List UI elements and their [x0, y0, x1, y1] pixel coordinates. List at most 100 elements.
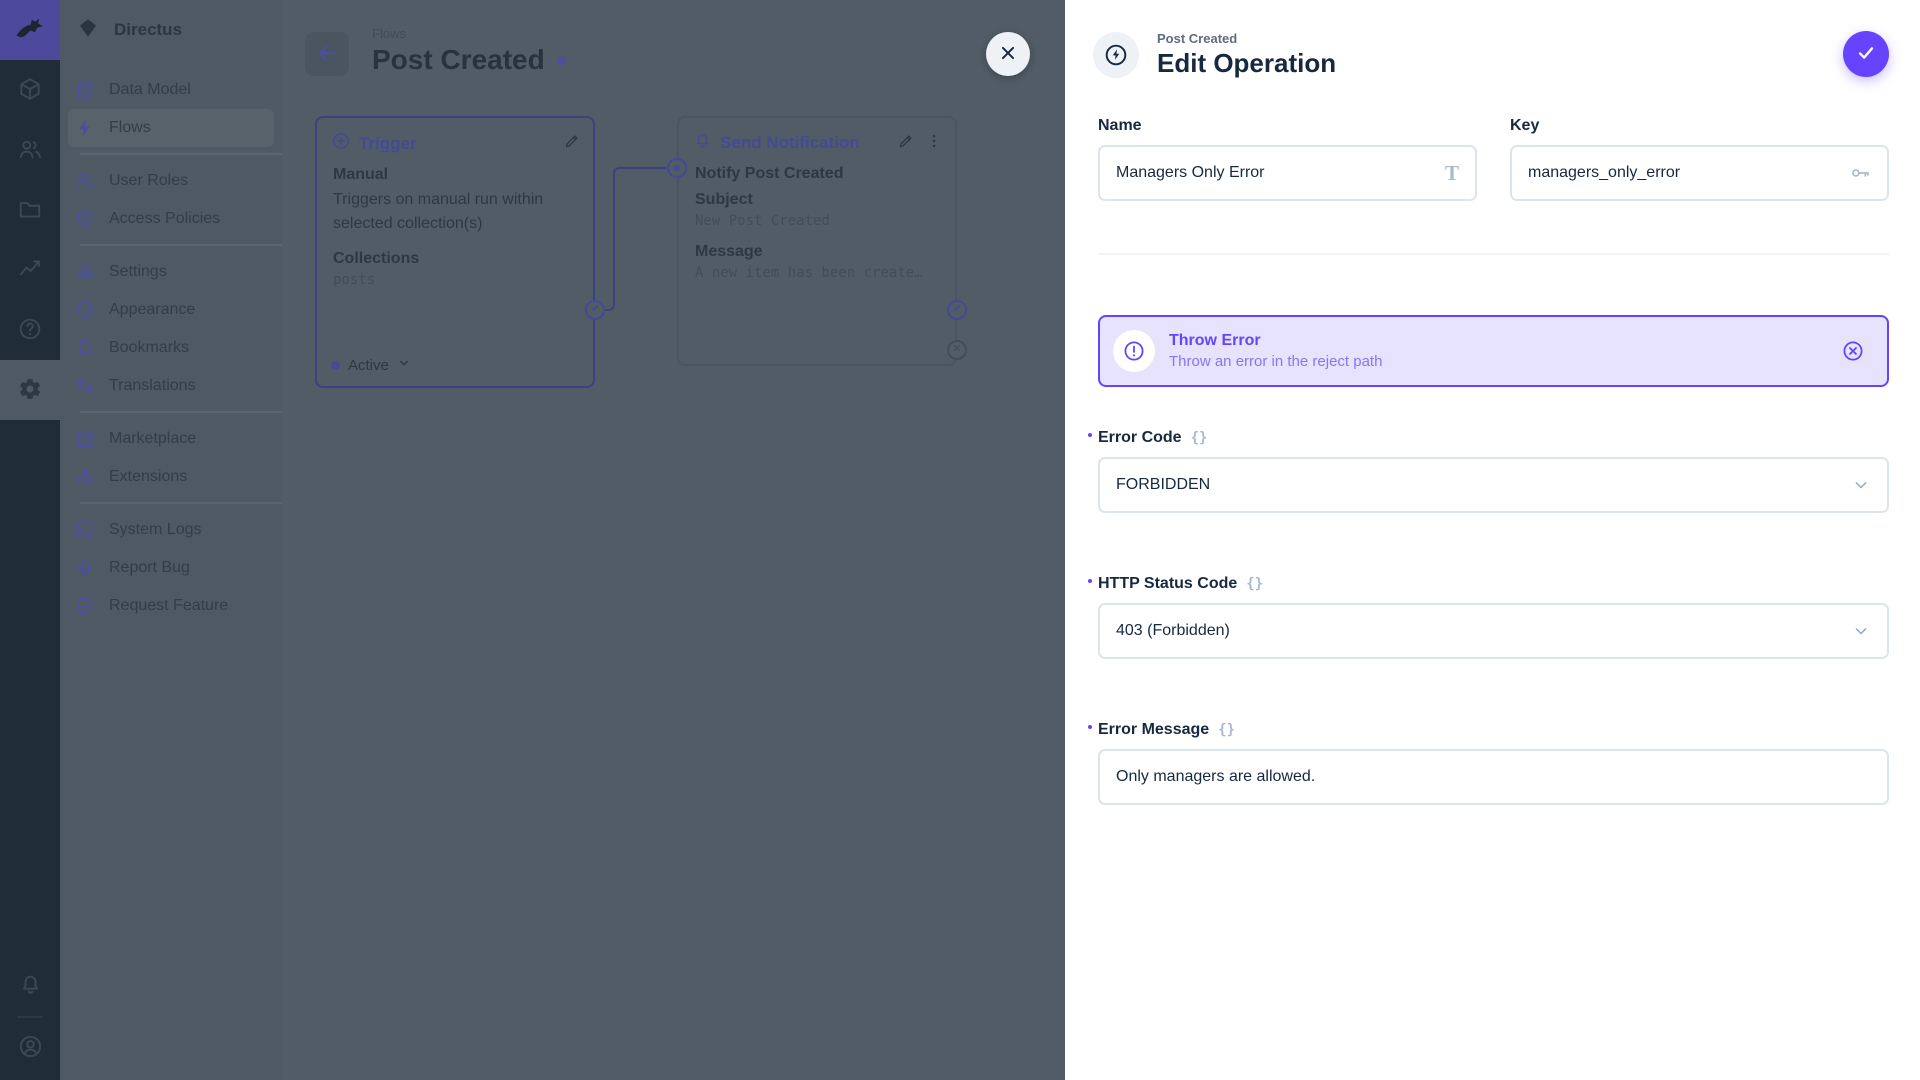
- x-icon: [951, 341, 963, 359]
- subject-label: Subject: [695, 191, 939, 209]
- sidebar-item-label: Appearance: [109, 301, 195, 319]
- check-icon: [951, 301, 963, 319]
- operation-type-subtitle: Throw an error in the reject path: [1169, 353, 1382, 370]
- sidebar-item-bookmarks[interactable]: Bookmarks: [60, 329, 282, 367]
- raw-value-icon[interactable]: {}: [1191, 430, 1208, 446]
- sidebar-item-label: Bookmarks: [109, 339, 189, 357]
- notifications-button[interactable]: [0, 962, 60, 1010]
- sidebar-item-system-logs[interactable]: System Logs: [60, 511, 282, 549]
- bug-icon: [74, 557, 96, 579]
- flow-status-toggle[interactable]: Active: [331, 356, 411, 374]
- error-message-label: Error Message: [1098, 721, 1209, 739]
- sidebar-item-translations[interactable]: Translations: [60, 367, 282, 405]
- sidebar-item-user-roles[interactable]: User Roles: [60, 162, 282, 200]
- module-bar: [0, 0, 60, 1080]
- operation-input-connector[interactable]: [667, 158, 687, 178]
- operation-name: Notify Post Created: [695, 165, 939, 183]
- raw-value-icon[interactable]: {}: [1218, 722, 1235, 738]
- sidebar-item-label: User Roles: [109, 172, 188, 190]
- sidebar-item-label: Access Policies: [109, 210, 220, 228]
- key-input[interactable]: managers_only_error: [1510, 145, 1889, 201]
- storefront-icon: [74, 428, 96, 450]
- error-circle-icon: [1113, 330, 1155, 372]
- shapes-icon: [74, 466, 96, 488]
- rabbit-icon: [13, 11, 47, 50]
- back-button[interactable]: [305, 32, 349, 76]
- error-message-value: Only managers are allowed.: [1116, 768, 1871, 786]
- edit-pencil-icon[interactable]: [897, 132, 915, 155]
- key-value: managers_only_error: [1528, 164, 1849, 182]
- terminal-icon: [74, 519, 96, 541]
- project-header[interactable]: Directus: [60, 0, 282, 60]
- bookmark-icon: [74, 337, 96, 359]
- module-files-button[interactable]: [0, 180, 60, 240]
- user-roles-icon: [74, 170, 96, 192]
- selected-operation-banner[interactable]: Throw Error Throw an error in the reject…: [1098, 315, 1889, 387]
- deselect-operation-button[interactable]: [1841, 339, 1865, 363]
- sidebar-item-data-model[interactable]: Data Model: [60, 71, 282, 109]
- operation-panel-send-notification[interactable]: Send Notification Notify Post Created Su…: [677, 116, 957, 366]
- breadcrumb[interactable]: Flows: [372, 26, 566, 41]
- edit-pencil-icon[interactable]: [563, 132, 581, 155]
- trigger-description: Triggers on manual run within selected c…: [333, 188, 577, 236]
- raw-value-icon[interactable]: {}: [1246, 576, 1263, 592]
- subject-value: New Post Created: [695, 213, 939, 229]
- gear-icon: [17, 376, 43, 405]
- operation-type-title: Throw Error: [1169, 332, 1382, 350]
- drawer-header: Post Created Edit Operation: [1065, 0, 1920, 79]
- sidebar-item-report-bug[interactable]: Report Bug: [60, 549, 282, 587]
- close-icon: [997, 42, 1019, 67]
- sidebar-divider: [80, 153, 282, 155]
- sidebar-item-settings[interactable]: Settings: [60, 253, 282, 291]
- key-field-group: Key managers_only_error: [1510, 117, 1889, 201]
- circle-plus-icon: [331, 131, 351, 156]
- sidebar-item-marketplace[interactable]: Marketplace: [60, 420, 282, 458]
- status-label: Active: [348, 357, 389, 374]
- required-dot: [1088, 433, 1092, 437]
- error-code-label: Error Code: [1098, 429, 1182, 447]
- sidebar-item-flows[interactable]: Flows: [68, 109, 274, 147]
- name-label: Name: [1098, 117, 1477, 135]
- translate-icon: [74, 375, 96, 397]
- dot-icon: [674, 165, 680, 171]
- sidebar-item-appearance[interactable]: Appearance: [60, 291, 282, 329]
- module-content-button[interactable]: [0, 60, 60, 120]
- save-button[interactable]: [1843, 31, 1889, 77]
- sidebar-item-access-policies[interactable]: Access Policies: [60, 200, 282, 238]
- error-code-select[interactable]: FORBIDDEN: [1098, 457, 1889, 513]
- bell-icon: [18, 972, 43, 1000]
- operation-reject-connector[interactable]: [947, 340, 967, 360]
- section-divider: [1098, 253, 1889, 255]
- name-input[interactable]: Managers Only Error T: [1098, 145, 1477, 201]
- directus-logo[interactable]: [0, 0, 60, 60]
- title-case-icon[interactable]: T: [1445, 161, 1459, 186]
- module-help-button[interactable]: [0, 300, 60, 360]
- module-insights-button[interactable]: [0, 240, 60, 300]
- operation-resolve-connector[interactable]: [947, 300, 967, 320]
- trigger-resolve-connector[interactable]: [585, 300, 605, 320]
- navigation-sidebar: Directus Data Model Flows User Roles Acc…: [60, 0, 282, 1080]
- drawer-body: Name Managers Only Error T Key managers_…: [1065, 117, 1920, 805]
- drawer-close-button[interactable]: [986, 32, 1030, 76]
- name-value: Managers Only Error: [1116, 164, 1445, 182]
- message-label: Message: [695, 243, 939, 261]
- feature-badge-icon: [74, 595, 96, 617]
- http-status-select[interactable]: 403 (Forbidden): [1098, 603, 1889, 659]
- gem-icon: [76, 16, 100, 45]
- module-settings-button[interactable]: [0, 360, 60, 420]
- sidebar-item-extensions[interactable]: Extensions: [60, 458, 282, 496]
- box-icon: [17, 76, 43, 105]
- sidebar-item-label: Settings: [109, 263, 167, 281]
- error-message-input[interactable]: Only managers are allowed.: [1098, 749, 1889, 805]
- flow-status-dot: [557, 56, 566, 65]
- palette-icon: [74, 299, 96, 321]
- user-menu-button[interactable]: [0, 1024, 60, 1072]
- sidebar-item-request-feature[interactable]: Request Feature: [60, 587, 282, 625]
- kebab-menu-icon[interactable]: [925, 132, 943, 155]
- name-field-group: Name Managers Only Error T: [1098, 117, 1477, 201]
- chevron-down-icon: [1851, 621, 1871, 641]
- trigger-panel[interactable]: Trigger Manual Triggers on manual run wi…: [315, 116, 595, 388]
- module-users-button[interactable]: [0, 120, 60, 180]
- key-label: Key: [1510, 117, 1889, 135]
- sidebar-divider: [80, 244, 282, 246]
